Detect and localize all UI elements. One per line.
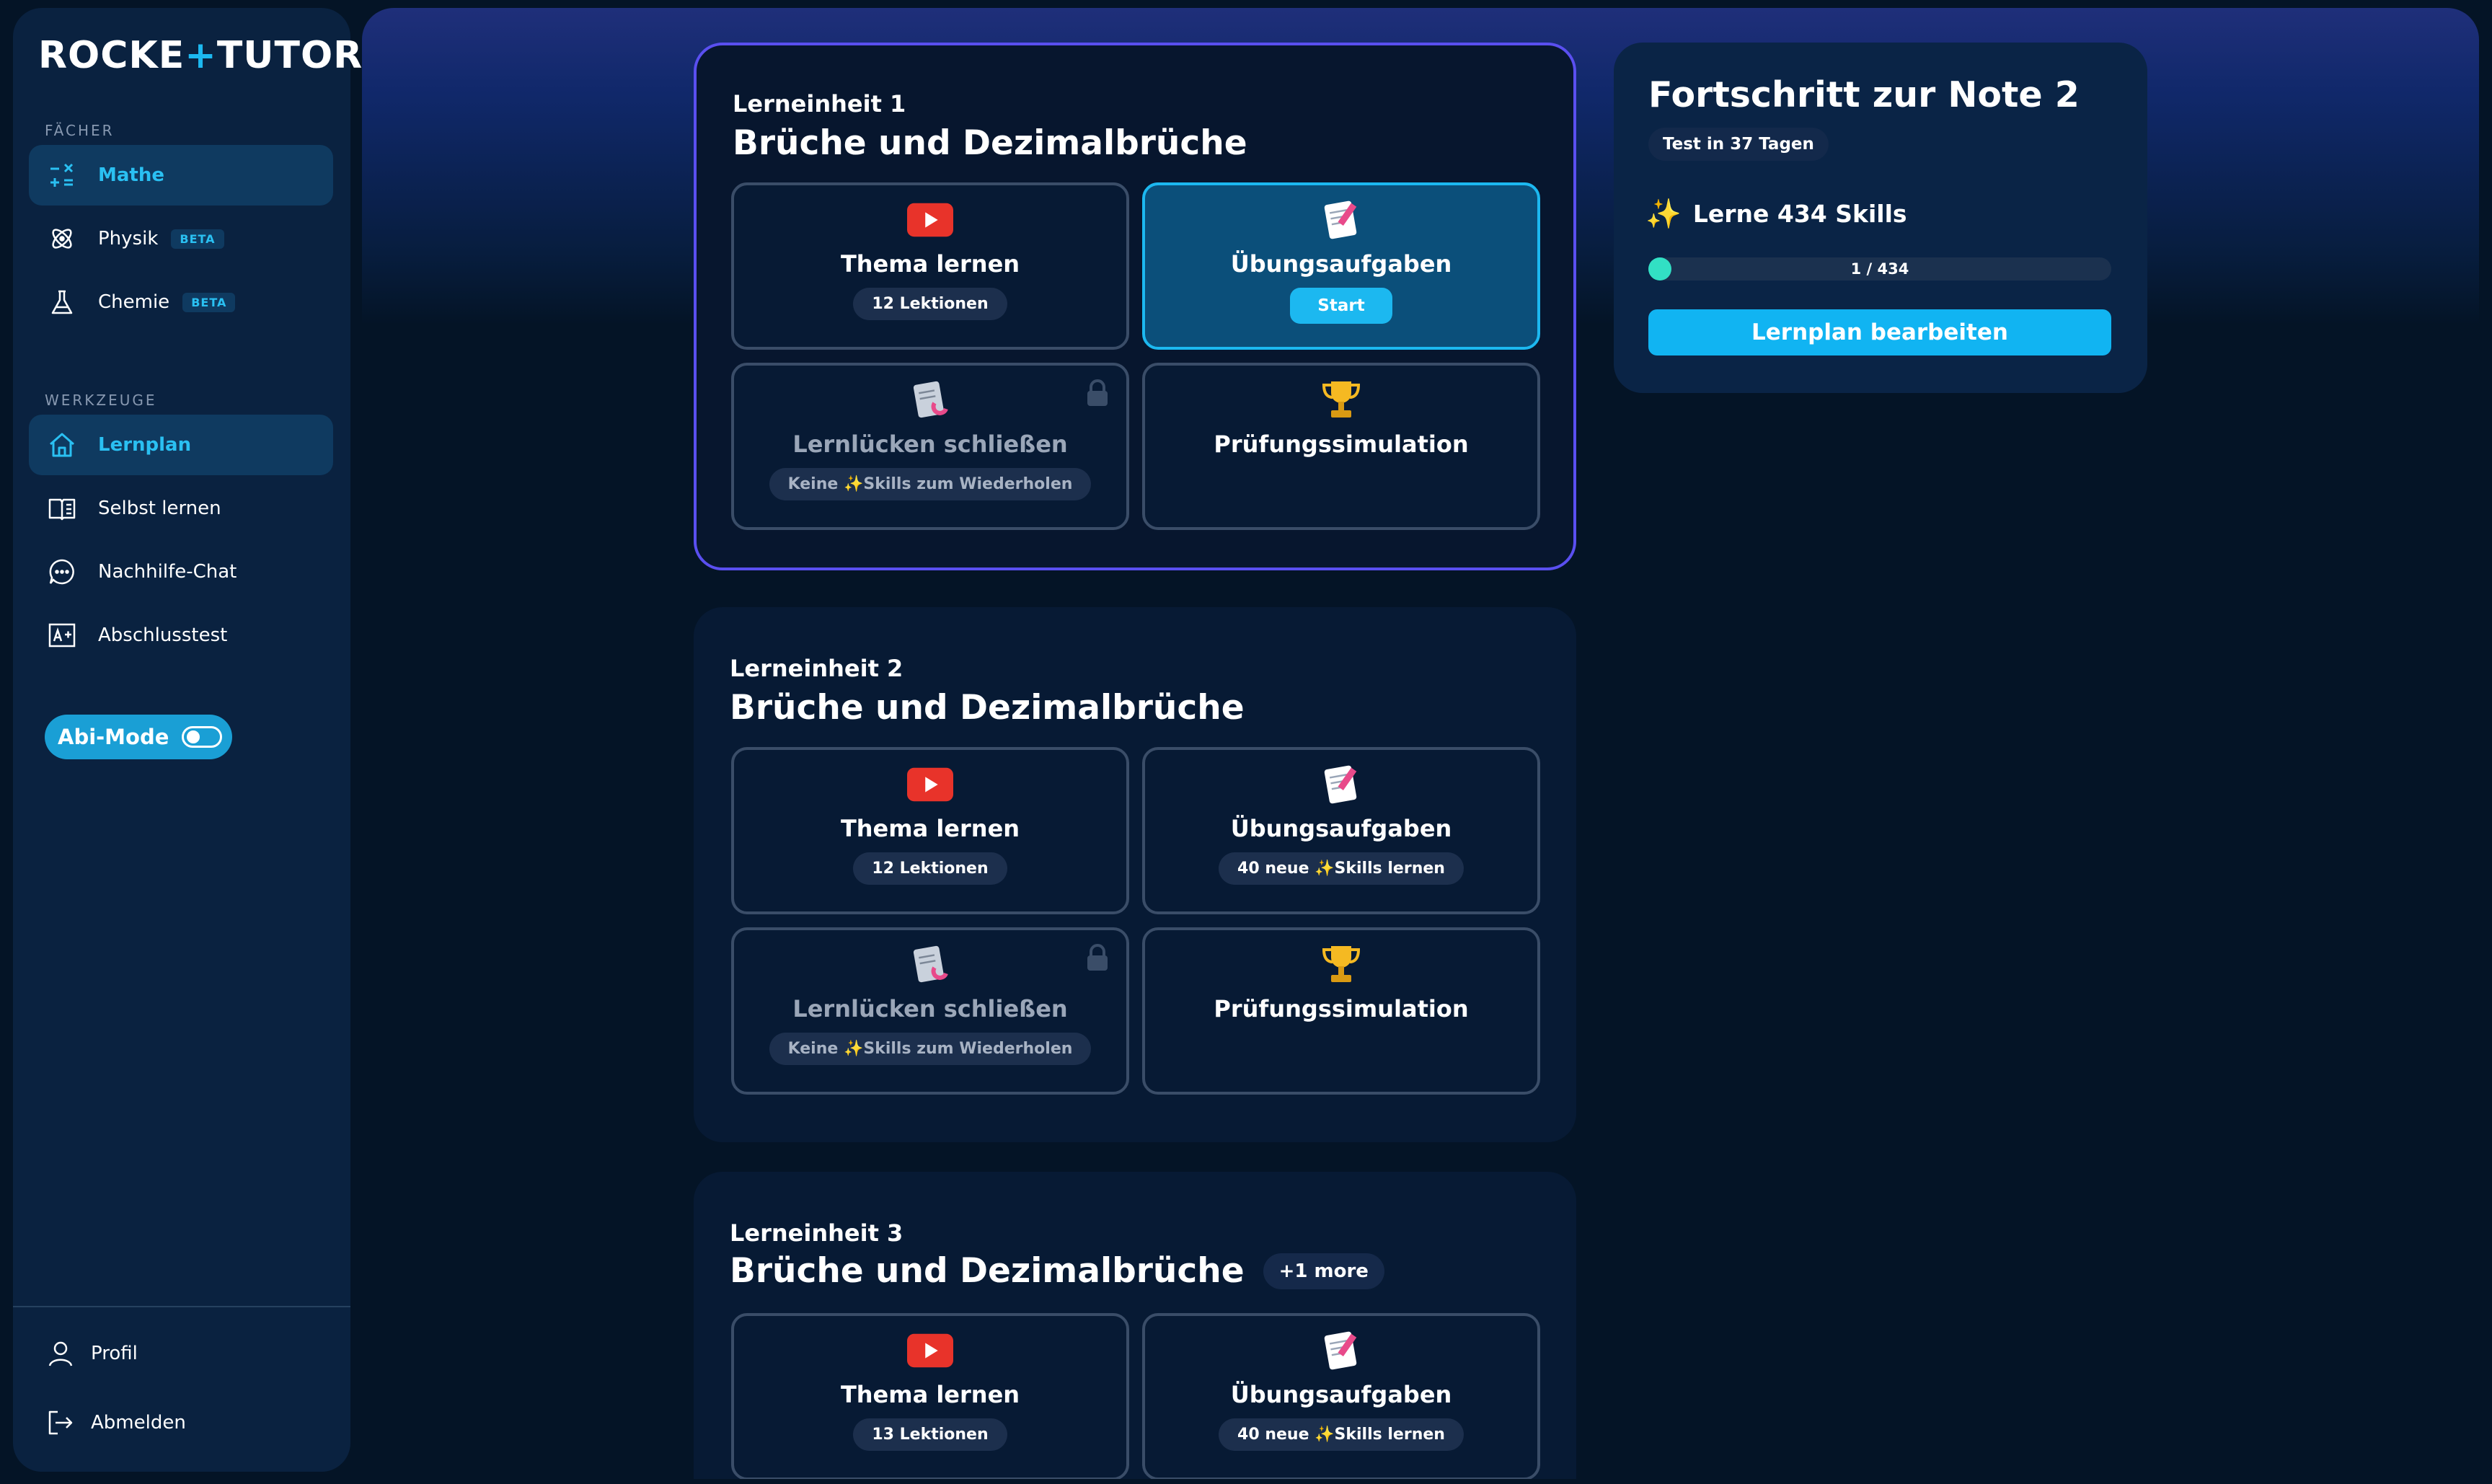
main-content: Lerneinheit 1 Brüche und Dezimalbrüche T… [362, 8, 2479, 1479]
sidebar-item-physik[interactable]: Physik BETA [29, 208, 333, 269]
section-label-subjects: FÄCHER [45, 122, 115, 139]
grade-icon [48, 621, 76, 650]
progress-title: Fortschritt zur Note 2 [1648, 74, 2080, 115]
logo[interactable]: ROCKE+TUTOR [38, 34, 363, 77]
card-title: Übungsaufgaben [1230, 1381, 1452, 1408]
unit-subtitle: Lerneinheit 3 [730, 1219, 903, 1247]
abi-mode-toggle[interactable]: Abi-Mode [45, 715, 232, 759]
worksheet-pencil-icon [1318, 1330, 1364, 1371]
beta-badge: BETA [182, 292, 236, 312]
card-title: Übungsaufgaben [1230, 250, 1452, 278]
lessons-count-pill: 13 Lektionen [853, 1418, 1007, 1451]
worksheet-magnet-icon [907, 945, 953, 985]
edit-study-plan-button[interactable]: Lernplan bearbeiten [1648, 309, 2111, 355]
abi-mode-label: Abi-Mode [58, 725, 169, 749]
sidebar-item-mathe[interactable]: Mathe [29, 145, 333, 206]
card-lernluecken-schliessen[interactable]: Lernlücken schließen Keine ✨Skills zum W… [731, 927, 1129, 1095]
sidebar-item-selbst-lernen[interactable]: Selbst lernen [29, 478, 333, 539]
toggle-switch-icon [182, 726, 223, 748]
card-thema-lernen[interactable]: Thema lernen 12 Lektionen [731, 182, 1129, 350]
unit-title: Brüche und Dezimalbrüche [730, 688, 1245, 728]
lock-icon [1087, 944, 1108, 971]
skills-review-pill: Keine ✨Skills zum Wiederholen [769, 468, 1092, 500]
learning-unit-2: Lerneinheit 2 Brüche und Dezimalbrüche T… [694, 607, 1576, 1142]
sidebar-item-label: Abschlusstest [98, 624, 228, 646]
start-button[interactable]: Start [1290, 288, 1392, 324]
card-title: Thema lernen [840, 815, 1020, 842]
more-subtopics-pill[interactable]: +1 more [1263, 1253, 1384, 1289]
sidebar-item-label: Selbst lernen [98, 498, 221, 519]
card-title: Prüfungssimulation [1214, 430, 1469, 458]
learning-unit-3: Lerneinheit 3 Brüche und Dezimalbrüche +… [694, 1172, 1576, 1479]
card-pruefungssimulation[interactable]: Prüfungssimulation [1142, 363, 1540, 530]
sidebar-item-label: Lernplan [98, 434, 192, 456]
sidebar-item-label: Chemie [98, 291, 170, 313]
sidebar-item-label: Mathe [98, 164, 164, 186]
card-title: Thema lernen [840, 250, 1020, 278]
video-play-icon [907, 200, 953, 240]
beta-badge: BETA [171, 229, 224, 249]
sidebar-item-label: Physik [98, 228, 159, 249]
sparkles-icon: ✨ [1645, 198, 1682, 231]
sidebar-item-label: Nachhilfe-Chat [98, 561, 237, 583]
sidebar-divider [13, 1306, 350, 1307]
sidebar-item-label: Abmelden [91, 1412, 186, 1434]
home-icon [48, 430, 76, 459]
unit-title: Brüche und Dezimalbrüche +1 more [730, 1251, 1384, 1291]
sidebar-item-abmelden[interactable]: Abmelden [46, 1408, 186, 1437]
new-skills-pill: 40 neue ✨Skills lernen [1219, 852, 1464, 885]
card-uebungsaufgaben[interactable]: Übungsaufgaben 40 neue ✨Skills lernen [1142, 747, 1540, 914]
unit-title: Brüche und Dezimalbrüche [733, 123, 1247, 163]
skills-goal-label: Lerne 434 Skills [1692, 200, 1907, 228]
card-uebungsaufgaben[interactable]: Übungsaufgaben 40 neue ✨Skills lernen [1142, 1313, 1540, 1479]
card-title: Thema lernen [840, 1381, 1020, 1408]
skills-progress-bar: 1 / 434 [1648, 257, 2111, 281]
sidebar-item-chemie[interactable]: Chemie BETA [29, 272, 333, 332]
sidebar-item-lernplan[interactable]: Lernplan [29, 415, 333, 475]
skills-goal: ✨ Lerne 434 Skills [1645, 197, 1907, 231]
card-lernluecken-schliessen[interactable]: Lernlücken schließen Keine ✨Skills zum W… [731, 363, 1129, 530]
worksheet-magnet-icon [907, 380, 953, 420]
card-thema-lernen[interactable]: Thema lernen 12 Lektionen [731, 747, 1129, 914]
card-pruefungssimulation[interactable]: Prüfungssimulation [1142, 927, 1540, 1095]
sidebar: ROCKE+TUTOR FÄCHER Mathe Physik BETA Che… [13, 8, 362, 1472]
progress-panel: Fortschritt zur Note 2 Test in 37 Tagen … [1614, 43, 2147, 393]
card-uebungsaufgaben[interactable]: Übungsaufgaben Start [1142, 182, 1540, 350]
sidebar-item-label: Profil [91, 1343, 138, 1364]
test-countdown-chip: Test in 37 Tagen [1648, 128, 1829, 161]
skills-review-pill: Keine ✨Skills zum Wiederholen [769, 1033, 1092, 1065]
unit-subtitle: Lerneinheit 2 [730, 655, 903, 682]
trophy-icon [1318, 380, 1364, 420]
sidebar-item-abschlusstest[interactable]: Abschlusstest [29, 605, 333, 666]
video-play-icon [907, 1330, 953, 1371]
math-operators-icon [48, 161, 76, 190]
new-skills-pill: 40 neue ✨Skills lernen [1219, 1418, 1464, 1451]
unit-subtitle: Lerneinheit 1 [733, 90, 906, 118]
learning-unit-1: Lerneinheit 1 Brüche und Dezimalbrüche T… [694, 43, 1576, 570]
chat-icon [48, 557, 76, 586]
card-title: Übungsaufgaben [1230, 815, 1452, 842]
lock-icon [1087, 379, 1108, 406]
card-title: Lernlücken schließen [792, 995, 1068, 1023]
sidebar-item-nachhilfe-chat[interactable]: Nachhilfe-Chat [29, 542, 333, 602]
progress-bar-text: 1 / 434 [1850, 260, 1909, 278]
sidebar-item-profil[interactable]: Profil [46, 1339, 138, 1368]
video-play-icon [907, 764, 953, 805]
atom-icon [48, 224, 76, 253]
flask-icon [48, 288, 76, 317]
book-icon [48, 494, 76, 523]
worksheet-pencil-icon [1318, 200, 1364, 240]
user-icon [46, 1339, 75, 1368]
card-thema-lernen[interactable]: Thema lernen 13 Lektionen [731, 1313, 1129, 1479]
worksheet-pencil-icon [1318, 764, 1364, 805]
card-title: Prüfungssimulation [1214, 995, 1469, 1023]
lessons-count-pill: 12 Lektionen [853, 852, 1007, 885]
section-label-tools: WERKZEUGE [45, 392, 157, 409]
trophy-icon [1318, 945, 1364, 985]
lessons-count-pill: 12 Lektionen [853, 288, 1007, 320]
card-title: Lernlücken schließen [792, 430, 1068, 458]
logout-icon [46, 1408, 75, 1437]
